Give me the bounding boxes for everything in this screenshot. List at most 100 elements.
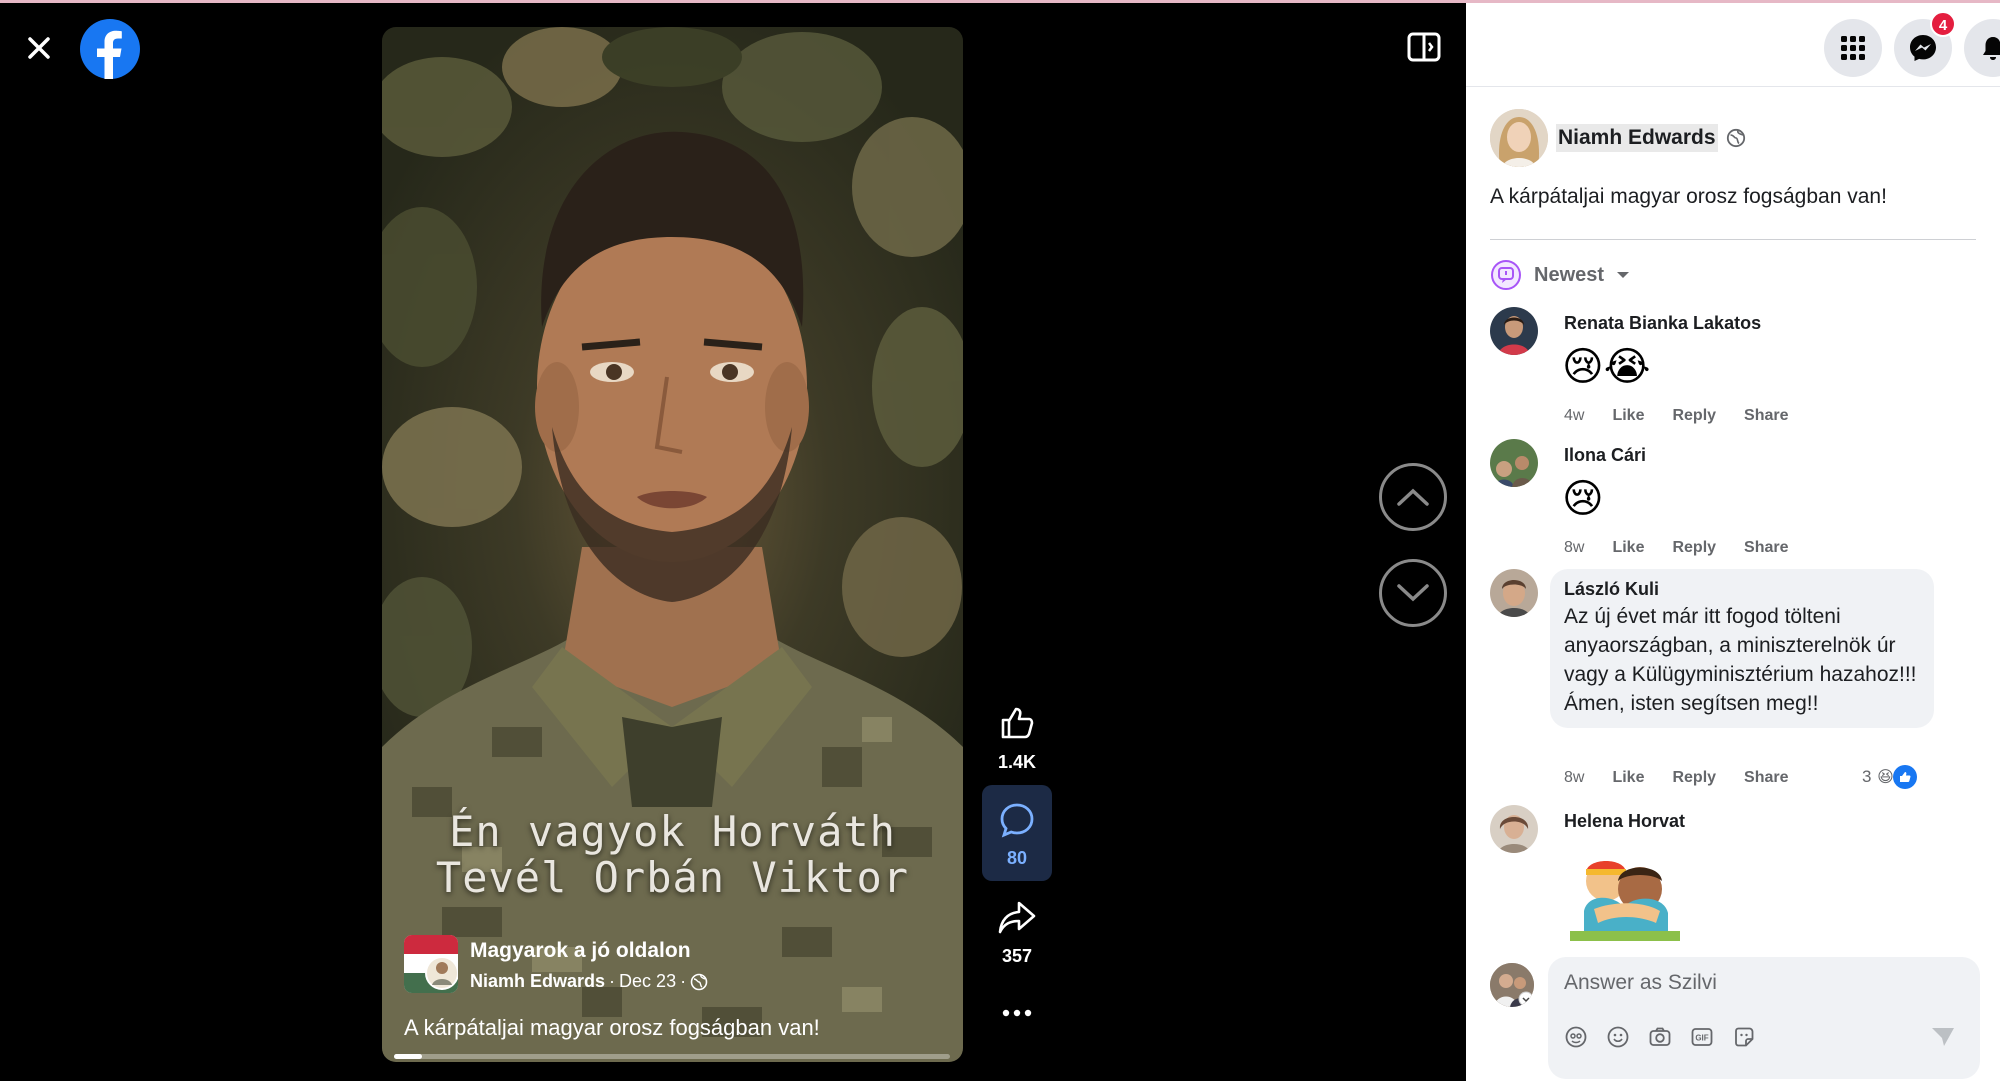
comment-like-button[interactable]: Like <box>1612 539 1644 557</box>
emoji-icon <box>1607 1026 1629 1048</box>
video-caption: A kárpátaljai magyar orosz fogságban van… <box>404 1015 820 1040</box>
emoji-button[interactable] <box>1606 1025 1630 1049</box>
messenger-button[interactable]: 4 <box>1894 11 1956 77</box>
send-button[interactable] <box>1930 1025 1956 1054</box>
top-navigation: 4 <box>1466 3 2000 87</box>
comment-time[interactable]: 4w <box>1564 407 1584 425</box>
send-icon <box>1932 1028 1954 1046</box>
video-author[interactable]: Niamh Edwards <box>470 971 605 992</box>
post-text: A kárpátaljai magyar orosz fogságban van… <box>1490 185 1887 208</box>
avatar-icon <box>1565 1026 1587 1048</box>
sort-icon <box>1491 260 1521 290</box>
globe-icon <box>1726 128 1745 148</box>
chevron-down-icon <box>1397 584 1429 602</box>
comment-composer: GIF <box>1490 957 1990 1081</box>
post-author-name[interactable]: Niamh Edwards <box>1556 124 1718 152</box>
soldier-figure <box>382 131 963 1062</box>
comment-item: Ilona Cári 😢 8w Like Reply Share <box>1490 439 1980 559</box>
svg-text:GIF: GIF <box>1695 1034 1708 1043</box>
comment-text: Az új évet már itt fogod tölteni anyaors… <box>1564 605 1917 715</box>
comments-panel: 4 Niamh Edwards A kárpátaljai magyar oro… <box>1466 3 2000 1081</box>
reaction-count: 3 <box>1862 767 1872 786</box>
comment-reply-button[interactable]: Reply <box>1672 769 1716 787</box>
comment-count: 80 <box>1006 848 1028 868</box>
messenger-icon <box>1910 35 1936 61</box>
comment-item: László Kuli Az új évet már itt fogod töl… <box>1490 569 1980 795</box>
page-avatar[interactable] <box>404 935 458 993</box>
comment-share-button[interactable]: Share <box>1744 539 1788 557</box>
composer-tools: GIF <box>1564 1025 1756 1049</box>
globe-icon <box>690 973 708 990</box>
share-icon <box>998 901 1036 934</box>
avatar-sticker-button[interactable] <box>1564 1025 1588 1049</box>
next-video-button[interactable] <box>1379 559 1447 627</box>
close-button[interactable] <box>18 27 60 69</box>
comment-actions: 4w Like Reply Share <box>1564 407 1789 425</box>
video-progress-bar[interactable] <box>394 1054 950 1059</box>
comment-share-button[interactable]: Share <box>1744 407 1788 425</box>
gif-icon: GIF <box>1691 1028 1713 1046</box>
comment-reply-button[interactable]: Reply <box>1672 539 1716 557</box>
comment-item: Renata Bianka Lakatos 😢😭 4w Like Reply S… <box>1490 307 1980 427</box>
sticker-icon <box>1735 1027 1754 1047</box>
video-date[interactable]: Dec 23 <box>619 971 676 992</box>
like-count: 1.4K <box>997 752 1037 772</box>
avatar[interactable] <box>1490 805 1538 853</box>
layout-toggle-icon <box>1407 32 1441 62</box>
comment-icon <box>1000 803 1034 838</box>
comment-author[interactable]: Helena Horvat <box>1564 811 1685 832</box>
comment-time[interactable]: 8w <box>1564 769 1584 787</box>
video-progress-fill <box>394 1054 422 1059</box>
video-byline: Niamh Edwards · Dec 23 · <box>470 971 708 992</box>
more-icon <box>1002 1009 1032 1017</box>
comment-author[interactable]: Renata Bianka Lakatos <box>1564 313 1761 334</box>
avatar[interactable] <box>1490 963 1534 1007</box>
reel-video[interactable]: Én vagyok Horváth Tevél Orbán Viktor Mag… <box>382 27 963 1062</box>
comment-item: Helena Horvat <box>1490 805 1980 945</box>
avatar[interactable] <box>1490 439 1538 487</box>
video-subtitle-line-2: Tevél Orbán Viktor <box>435 853 910 902</box>
comment-input[interactable] <box>1564 971 1944 995</box>
like-reaction-icon <box>1893 765 1918 789</box>
share-button[interactable]: 357 <box>982 899 1052 967</box>
facebook-logo[interactable] <box>80 19 140 79</box>
video-viewer: Én vagyok Horváth Tevél Orbán Viktor Mag… <box>0 3 1466 1081</box>
close-icon <box>28 37 50 59</box>
photo-button[interactable] <box>1648 1025 1672 1049</box>
previous-video-button[interactable] <box>1379 463 1447 531</box>
comment-author[interactable]: Ilona Cári <box>1564 445 1646 466</box>
menu-grid-icon <box>1841 36 1865 60</box>
like-button[interactable]: 1.4K <box>982 703 1052 773</box>
layout-toggle-button[interactable] <box>1404 27 1444 67</box>
menu-button[interactable] <box>1824 19 1882 77</box>
bell-icon <box>1983 37 2000 60</box>
comment-like-button[interactable]: Like <box>1612 769 1644 787</box>
comment-emoji: 😢😭 <box>1562 345 1651 389</box>
comment-author[interactable]: László Kuli <box>1564 579 1920 600</box>
comment-reactions[interactable]: 3 😆 <box>1862 765 1918 789</box>
notification-badge: 4 <box>1930 11 1956 37</box>
comment-actions: 8w Like Reply Share <box>1564 539 1789 557</box>
byline-separator: · <box>680 971 687 991</box>
comment-share-button[interactable]: Share <box>1744 769 1788 787</box>
avatar[interactable] <box>1490 109 1548 167</box>
camera-icon <box>1649 1027 1671 1046</box>
like-icon <box>1001 707 1034 739</box>
comment-like-button[interactable]: Like <box>1612 407 1644 425</box>
gif-button[interactable]: GIF <box>1690 1025 1714 1049</box>
sticker-button[interactable] <box>1732 1025 1756 1049</box>
more-options-button[interactable] <box>982 1003 1052 1024</box>
comment-reply-button[interactable]: Reply <box>1672 407 1716 425</box>
post-header: Niamh Edwards <box>1490 109 1746 167</box>
avatar[interactable] <box>1490 569 1538 617</box>
comment-emoji: 😢 <box>1562 477 1604 521</box>
comment-bubble: László Kuli Az új évet már itt fogod töl… <box>1550 569 1934 728</box>
avatar[interactable] <box>1490 307 1538 355</box>
comment-time[interactable]: 8w <box>1564 539 1584 557</box>
notifications-button[interactable] <box>1964 19 2000 77</box>
facebook-logo-icon <box>80 19 140 79</box>
divider <box>1490 239 1976 240</box>
page-name[interactable]: Magyarok a jó oldalon <box>470 939 691 963</box>
comments-sort-dropdown[interactable]: Newest <box>1490 259 1630 291</box>
comment-button[interactable]: 80 <box>982 785 1052 881</box>
